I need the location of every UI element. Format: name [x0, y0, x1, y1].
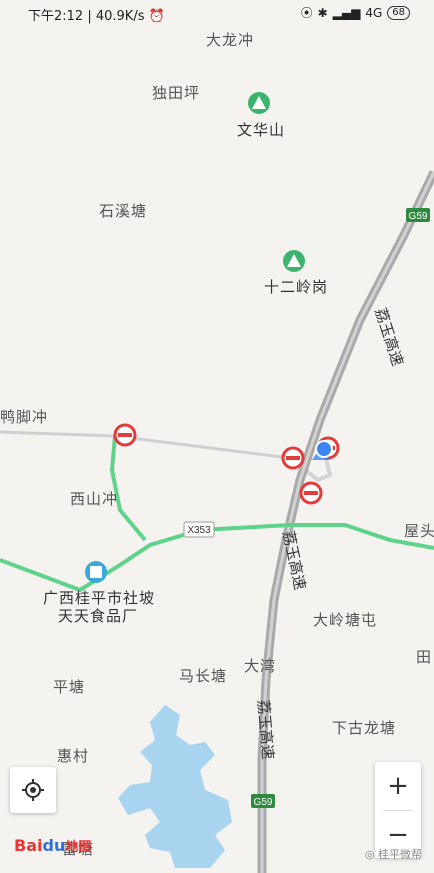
g59-shield-top: G59 [406, 208, 430, 222]
poi-label: 天天食品厂 [58, 607, 139, 625]
zoom-control: + − [375, 762, 421, 858]
status-right: ⦿ ✱ ▂▄▆ 4G 68 [301, 4, 410, 21]
place-label: 西山冲 [70, 490, 119, 508]
mountain-poi-icon[interactable] [283, 250, 305, 272]
bluetooth-icon: ✱ [317, 5, 328, 20]
place-label: 大龙冲 [206, 31, 255, 49]
place-label: 独田坪 [152, 84, 201, 102]
signal-icon: ▂▄▆ [332, 5, 361, 20]
status-separator: | [87, 9, 96, 24]
restriction-marker[interactable] [281, 446, 305, 470]
place-label: 田 [416, 648, 433, 666]
logo-text-bai: Bai [14, 836, 43, 855]
map-canvas[interactable]: G59 G59 X353 荔玉高速 荔玉高速 荔玉高速 [0, 0, 434, 873]
logo-text-du: du [42, 836, 66, 855]
watermark-text: 桂平微帮 [378, 848, 422, 861]
svg-text:G59: G59 [254, 797, 273, 808]
logo-text-map: 地图 [65, 840, 92, 855]
network-type: 4G [365, 5, 383, 20]
building-poi-icon[interactable] [85, 561, 107, 583]
place-label: 鸭脚冲 [0, 408, 49, 426]
battery-icon: 68 [387, 5, 410, 20]
wechat-icon: ◎ [364, 848, 375, 861]
alarm-icon: ⏰ [148, 9, 165, 24]
place-label: 大岭塘屯 [313, 611, 378, 629]
place-label: 惠村 [57, 747, 90, 765]
place-label: 下古龙塘 [332, 719, 397, 737]
hotspot-icon: ⦿ [300, 6, 313, 20]
x353-shield: X353 [183, 521, 215, 538]
status-time: 下午2:12 [28, 9, 84, 24]
locate-button[interactable] [10, 767, 56, 813]
wechat-watermark: ◎ 桂平微帮 [365, 846, 422, 862]
poi-label: 十二岭岗 [264, 278, 329, 296]
place-label: 马长塘 [179, 667, 228, 685]
svg-text:G59: G59 [409, 211, 428, 222]
g59-shield-bottom: G59 [251, 794, 275, 808]
status-left: 下午2:12 | 40.9K/s ⏰ [28, 5, 165, 24]
restriction-marker[interactable] [299, 481, 323, 505]
baidu-map-logo: Baidu地图 [14, 836, 91, 855]
map-background [0, 0, 434, 873]
zoom-in-button[interactable]: + [375, 762, 421, 810]
place-label: 屋头 [404, 522, 434, 540]
svg-text:X353: X353 [187, 525, 211, 536]
status-bar: 下午2:12 | 40.9K/s ⏰ ⦿ ✱ ▂▄▆ 4G 68 [0, 0, 434, 28]
poi-label: 文华山 [237, 121, 286, 139]
place-label: 平塘 [53, 678, 86, 696]
restriction-marker[interactable] [113, 423, 137, 447]
mountain-poi-icon[interactable] [248, 92, 270, 114]
status-speed: 40.9K/s [95, 9, 145, 24]
place-label: 石溪塘 [99, 202, 148, 220]
place-label: 大湾 [244, 657, 277, 675]
crosshair-icon [22, 779, 44, 801]
